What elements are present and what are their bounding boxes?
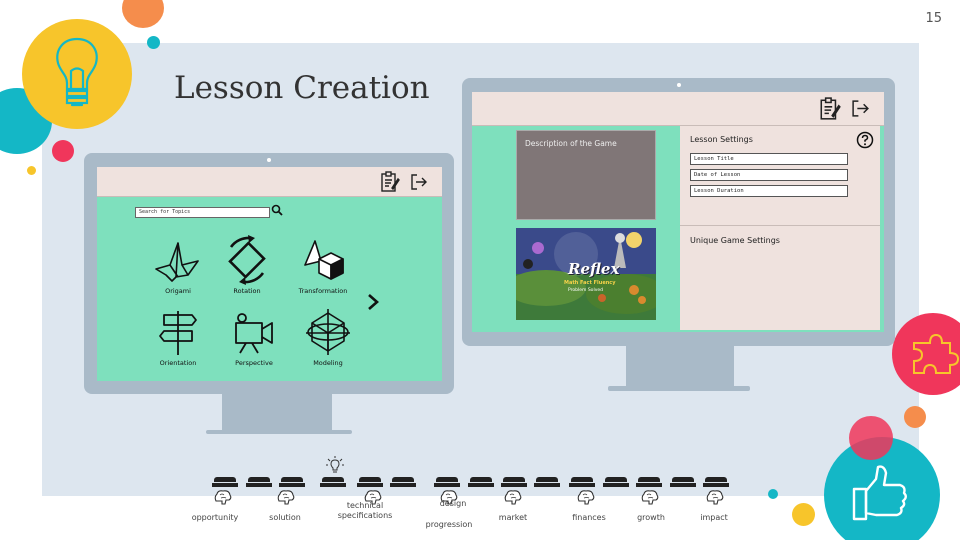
- lesson-date-field[interactable]: Date of Lesson: [690, 169, 848, 181]
- game-logo-text: Reflex: [568, 260, 620, 278]
- teal-dot-small: [147, 36, 160, 49]
- step-label-finances[interactable]: finances: [562, 513, 616, 523]
- topic-transformation[interactable]: Transformation: [288, 235, 358, 295]
- lesson-settings-panel: Lesson Settings Lesson Title Date of Les…: [680, 126, 880, 330]
- topic-label: Orientation: [159, 359, 197, 367]
- settings-divider: [680, 225, 880, 226]
- step-label-tech-line1[interactable]: technical: [335, 501, 395, 511]
- origami-crane-icon: [155, 242, 199, 282]
- progress-segment: [534, 477, 560, 488]
- step-label-opportunity[interactable]: opportunity: [183, 513, 247, 523]
- topic-label: Perspective: [235, 359, 273, 367]
- teal-dot-right: [768, 489, 778, 499]
- progress-segment: [703, 477, 729, 488]
- progress-segment: [636, 477, 662, 488]
- lesson-settings-header: Lesson Settings: [690, 135, 753, 144]
- notepad-edit-icon[interactable]: [380, 170, 400, 193]
- progress-segment: [279, 477, 305, 488]
- lightbulb-marker-icon: [326, 456, 344, 473]
- chevron-right-icon[interactable]: [365, 292, 381, 312]
- search-icon[interactable]: [271, 204, 283, 216]
- video-camera-icon: [235, 313, 273, 354]
- topic-orientation[interactable]: Orientation: [143, 309, 213, 367]
- progress-segment: [501, 477, 527, 488]
- progress-segment: [603, 477, 629, 488]
- pink-circle-right: [892, 313, 960, 395]
- right-monitor-base: [608, 386, 750, 391]
- right-monitor-neck: [626, 346, 734, 388]
- slide-number: 15: [925, 11, 942, 26]
- signpost-icon: [159, 311, 197, 355]
- help-icon[interactable]: [856, 131, 874, 149]
- rotation-icon: [228, 235, 266, 285]
- right-screen: Description of the Game Reflex Math Fact…: [472, 92, 884, 332]
- progress-segment: [246, 477, 272, 488]
- topic-modeling[interactable]: Modeling: [293, 309, 363, 367]
- left-screen: Search for Topics Origami Rotation Trans…: [97, 167, 442, 381]
- progress-segment: [468, 477, 494, 488]
- puzzle-icon: [913, 333, 960, 374]
- description-label: Description of the Game: [525, 139, 617, 148]
- game-screenshot[interactable]: Reflex Math Fact Fluency Problem Solved: [516, 228, 656, 320]
- pink-dot-left: [52, 140, 74, 162]
- lesson-duration-field[interactable]: Lesson Duration: [690, 185, 848, 197]
- red-circle-overlap: [849, 416, 893, 460]
- progress-segment: [390, 477, 416, 488]
- transformation-shapes-icon: [304, 240, 344, 280]
- left-content: Search for Topics Origami Rotation Trans…: [97, 197, 442, 381]
- game-tagline-text: Problem Solved: [568, 288, 603, 293]
- left-monitor-neck: [222, 394, 332, 432]
- brain-icon: [214, 490, 232, 505]
- progress-segment: [357, 477, 383, 488]
- topic-label: Rotation: [233, 287, 261, 295]
- step-label-growth[interactable]: growth: [628, 513, 674, 523]
- game-description-box: Description of the Game: [516, 130, 656, 220]
- orange-dot-right: [904, 406, 926, 428]
- brain-icon: [577, 490, 595, 505]
- topic-search-input[interactable]: Search for Topics: [135, 207, 270, 218]
- topic-perspective[interactable]: Perspective: [219, 309, 289, 367]
- progress-segment: [434, 477, 460, 488]
- step-label-design-line2[interactable]: progression: [418, 520, 480, 530]
- page-title: Lesson Creation: [174, 70, 430, 106]
- brain-icon: [706, 490, 724, 505]
- game-subtitle-text: Math Fact Fluency: [564, 280, 616, 286]
- brain-icon: [504, 490, 522, 505]
- topic-label: Origami: [165, 287, 191, 295]
- topic-label: Modeling: [313, 359, 343, 367]
- yellow-dot-left: [27, 166, 36, 175]
- step-label-solution[interactable]: solution: [258, 513, 312, 523]
- step-label-design-line1[interactable]: design: [428, 499, 478, 509]
- brain-icon: [641, 490, 659, 505]
- left-monitor-base: [206, 430, 352, 434]
- 3d-model-icon: [306, 309, 350, 355]
- progress-segment: [670, 477, 696, 488]
- logout-icon[interactable]: [410, 173, 428, 191]
- unique-game-settings-header: Unique Game Settings: [690, 236, 780, 245]
- step-label-tech-line2[interactable]: specifications: [330, 511, 400, 521]
- step-label-impact[interactable]: impact: [692, 513, 736, 523]
- progress-segment: [569, 477, 595, 488]
- yellow-dot-right: [792, 503, 815, 526]
- topic-rotation[interactable]: Rotation: [212, 235, 282, 295]
- right-toolbar: [472, 92, 884, 126]
- progress-segment: [320, 477, 346, 488]
- yellow-circle-logo: [22, 19, 132, 129]
- lesson-title-field[interactable]: Lesson Title: [690, 153, 848, 165]
- topic-label: Transformation: [298, 287, 348, 295]
- step-label-market[interactable]: market: [488, 513, 538, 523]
- notepad-edit-icon[interactable]: [819, 96, 841, 121]
- logout-icon[interactable]: [851, 99, 870, 118]
- progress-segment: [212, 477, 238, 488]
- topic-origami[interactable]: Origami: [143, 235, 213, 295]
- brain-icon: [277, 490, 295, 505]
- lightbulb-icon: [56, 37, 98, 107]
- left-toolbar: [97, 167, 442, 197]
